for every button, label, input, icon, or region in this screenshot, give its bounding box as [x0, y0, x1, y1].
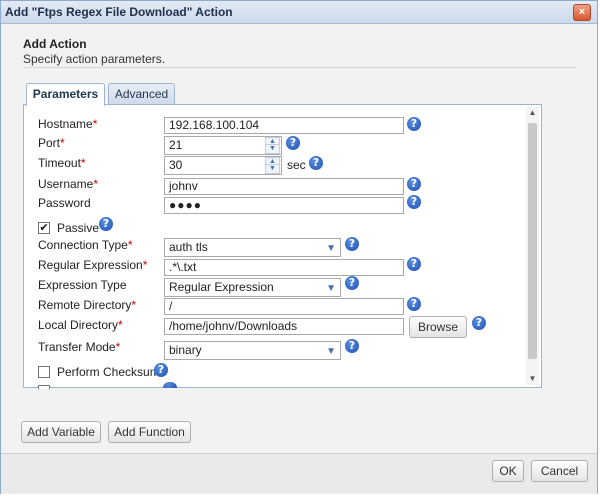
- local-directory-input[interactable]: /home/johnv/Downloads: [164, 318, 404, 335]
- local-directory-label: Local Directory*: [38, 318, 123, 332]
- hostname-input[interactable]: 192.168.100.104: [164, 117, 404, 134]
- port-value: 21: [169, 138, 183, 152]
- header-subtitle: Specify action parameters.: [23, 52, 166, 66]
- remote-directory-label: Remote Directory*: [38, 298, 137, 312]
- passive-label: Passive: [57, 221, 100, 235]
- passive-help-icon[interactable]: ?: [99, 217, 113, 231]
- username-label: Username*: [38, 177, 99, 191]
- expression-type-value: Regular Expression: [169, 280, 274, 294]
- header-title: Add Action: [23, 37, 87, 51]
- parameters-panel: Hostname* 192.168.100.104 ? Port* 21 ▲ ▼…: [23, 104, 542, 389]
- timeout-decrement-icon[interactable]: ▼: [265, 164, 280, 174]
- perform-checksum-checkbox[interactable]: [38, 366, 50, 378]
- timeout-help-icon[interactable]: ?: [309, 156, 323, 170]
- username-input[interactable]: johnv: [164, 178, 404, 195]
- timeout-label: Timeout*: [38, 156, 86, 170]
- expression-type-help-icon[interactable]: ?: [345, 276, 359, 290]
- local-directory-help-icon[interactable]: ?: [472, 316, 486, 330]
- timeout-stepper[interactable]: 30 ▲ ▼: [164, 156, 282, 175]
- timeout-value: 30: [169, 158, 183, 172]
- perform-checksum-label: Perform Checksum: [57, 365, 160, 379]
- ok-button[interactable]: OK: [492, 460, 524, 482]
- regex-input[interactable]: .*\.txt: [164, 259, 404, 276]
- chevron-down-icon[interactable]: ▼: [326, 240, 336, 257]
- title-bar[interactable]: Add "Ftps Regex File Download" Action ×: [1, 1, 597, 24]
- chevron-down-icon[interactable]: ▼: [326, 280, 336, 297]
- scroll-down-icon[interactable]: ▼: [526, 373, 539, 385]
- next-option-checkbox[interactable]: [38, 385, 50, 389]
- hostname-help-icon[interactable]: ?: [407, 117, 421, 131]
- perform-checksum-help-icon[interactable]: ?: [154, 363, 168, 377]
- cancel-button[interactable]: Cancel: [531, 460, 588, 482]
- action-dialog: Add "Ftps Regex File Download" Action × …: [0, 0, 598, 494]
- passive-checkbox[interactable]: ✔: [38, 222, 50, 234]
- transfer-mode-value: binary: [169, 343, 202, 357]
- remote-directory-input[interactable]: /: [164, 298, 404, 315]
- remote-directory-help-icon[interactable]: ?: [407, 297, 421, 311]
- transfer-mode-select[interactable]: binary ▼: [164, 341, 341, 360]
- footer-bar: OK Cancel: [1, 453, 597, 494]
- port-decrement-icon[interactable]: ▼: [265, 144, 280, 154]
- transfer-mode-help-icon[interactable]: ?: [345, 339, 359, 353]
- expression-type-select[interactable]: Regular Expression ▼: [164, 278, 341, 297]
- port-stepper[interactable]: 21 ▲ ▼: [164, 136, 282, 155]
- connection-type-help-icon[interactable]: ?: [345, 237, 359, 251]
- scroll-thumb[interactable]: [528, 123, 537, 359]
- scroll-up-icon[interactable]: ▲: [526, 107, 539, 119]
- add-variable-button[interactable]: Add Variable: [21, 421, 101, 443]
- browse-button[interactable]: Browse: [409, 316, 467, 338]
- regex-help-icon[interactable]: ?: [407, 257, 421, 271]
- expression-type-label: Expression Type: [38, 278, 127, 292]
- add-function-button[interactable]: Add Function: [108, 421, 191, 443]
- tab-advanced[interactable]: Advanced: [108, 83, 175, 104]
- username-help-icon[interactable]: ?: [407, 177, 421, 191]
- password-label: Password: [38, 196, 91, 210]
- password-help-icon[interactable]: ?: [407, 195, 421, 209]
- port-help-icon[interactable]: ?: [286, 136, 300, 150]
- connection-type-value: auth tls: [169, 240, 208, 254]
- hostname-label: Hostname*: [38, 117, 98, 131]
- dialog-title: Add "Ftps Regex File Download" Action: [5, 5, 233, 19]
- password-input[interactable]: ●●●●: [164, 197, 404, 214]
- regex-label: Regular Expression*: [38, 258, 148, 272]
- transfer-mode-label: Transfer Mode*: [38, 340, 121, 354]
- tab-parameters[interactable]: Parameters: [26, 83, 105, 106]
- timeout-unit: sec: [287, 158, 306, 172]
- close-icon[interactable]: ×: [573, 4, 591, 21]
- connection-type-label: Connection Type*: [38, 238, 133, 252]
- port-label: Port*: [38, 136, 65, 150]
- connection-type-select[interactable]: auth tls ▼: [164, 238, 341, 257]
- chevron-down-icon[interactable]: ▼: [326, 343, 336, 360]
- panel-scrollbar[interactable]: ▲ ▼: [526, 107, 539, 385]
- next-option-help-icon[interactable]: [163, 382, 177, 388]
- header-divider: [23, 67, 577, 68]
- dialog-header: Add Action Specify action parameters.: [23, 37, 165, 66]
